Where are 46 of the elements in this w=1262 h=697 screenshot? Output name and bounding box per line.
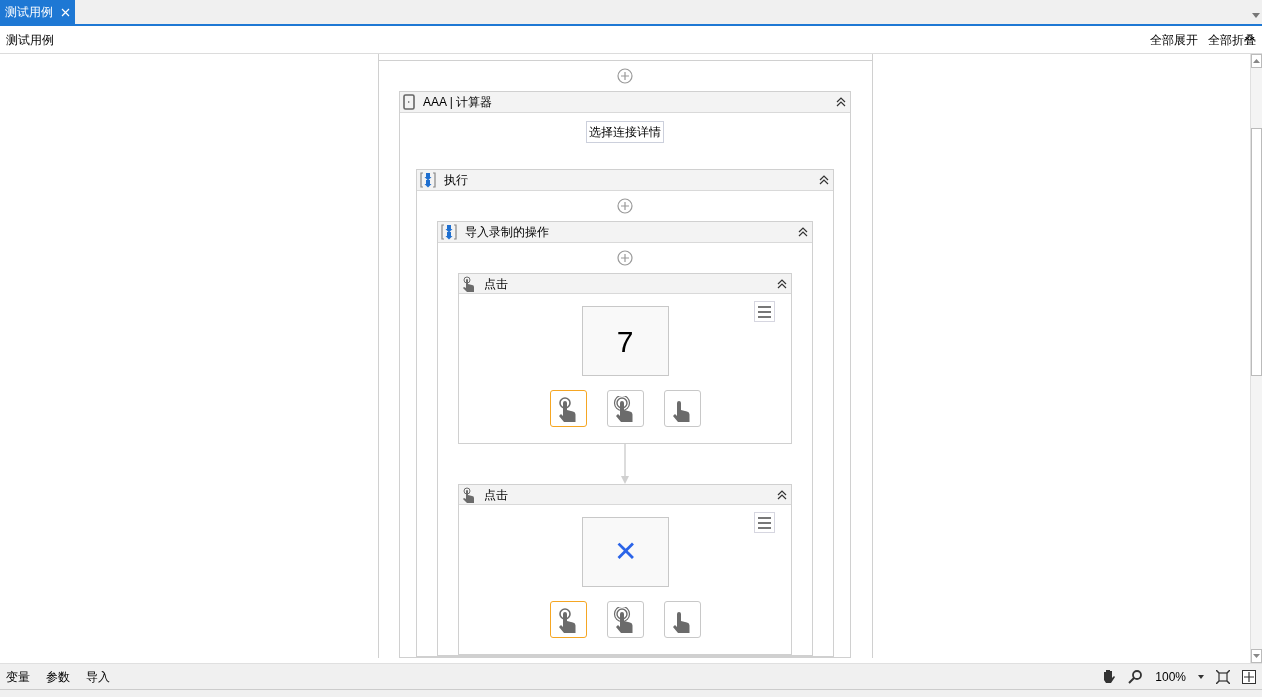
click-mode-button[interactable] xyxy=(663,601,701,638)
close-icon[interactable] xyxy=(61,7,70,17)
add-icon[interactable] xyxy=(617,68,633,84)
menu-button[interactable] xyxy=(754,512,775,533)
tap-hand-icon xyxy=(462,275,476,292)
activity-title: 导入录制的操作 xyxy=(465,224,549,241)
zoom-level: 100% xyxy=(1155,668,1186,686)
click-mode-button[interactable] xyxy=(606,390,644,427)
vertical-scrollbar[interactable] xyxy=(1250,54,1262,663)
add-icon[interactable] xyxy=(617,250,633,266)
target-label: ✕ xyxy=(613,535,637,569)
dropdown-icon[interactable] xyxy=(1198,674,1204,679)
collapse-icon[interactable] xyxy=(835,96,847,108)
bottom-panel-tab[interactable]: 变量 xyxy=(6,667,30,686)
activity-title: 点击 xyxy=(484,275,508,293)
sequence-icon xyxy=(441,224,457,240)
activity-title: AAA | 计算器 xyxy=(423,94,493,111)
click-mode-button[interactable] xyxy=(549,390,587,427)
add-icon[interactable] xyxy=(617,198,633,214)
fit-screen-icon[interactable] xyxy=(1216,669,1230,684)
bottom-panel-tab[interactable]: 导入 xyxy=(86,667,110,686)
header-action-link[interactable]: 全部展开 xyxy=(1150,30,1198,49)
menu-button[interactable] xyxy=(754,301,775,322)
full-screen-icon[interactable] xyxy=(1242,669,1256,684)
target-label: 7 xyxy=(616,323,634,360)
search-icon[interactable] xyxy=(1128,669,1144,684)
scroll-down-icon[interactable] xyxy=(1253,654,1260,658)
breadcrumb: 测试用例 xyxy=(6,31,54,49)
connection-details-button[interactable]: 选择连接详情 xyxy=(586,121,664,143)
header-action-link[interactable]: 全部折叠 xyxy=(1208,30,1256,49)
tap-hand-icon xyxy=(462,486,476,503)
click-mode-button[interactable] xyxy=(549,601,587,638)
click-mode-button[interactable] xyxy=(663,390,701,427)
scroll-up-icon[interactable] xyxy=(1253,59,1260,63)
collapse-icon[interactable] xyxy=(818,174,830,186)
activity-title: 点击 xyxy=(484,486,508,504)
collapse-icon[interactable] xyxy=(776,277,788,290)
sequence-icon xyxy=(420,172,436,188)
click-mode-button[interactable] xyxy=(606,601,644,638)
collapse-icon[interactable] xyxy=(797,226,809,238)
hand-icon[interactable] xyxy=(1101,669,1117,684)
device-icon xyxy=(403,94,415,110)
document-tab[interactable]: 测试用例 xyxy=(0,0,75,24)
activity-title: 执行 xyxy=(444,172,468,189)
bottom-panel-tab[interactable]: 参数 xyxy=(46,667,70,686)
collapse-icon[interactable] xyxy=(776,488,788,501)
